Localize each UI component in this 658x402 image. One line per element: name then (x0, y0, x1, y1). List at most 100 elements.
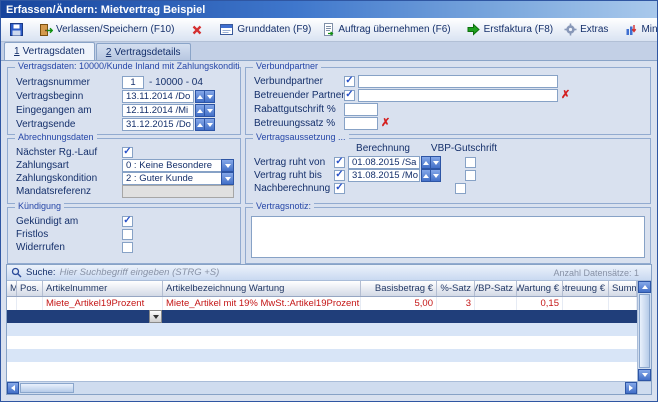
empty-row[interactable] (7, 349, 637, 362)
spin-up-button[interactable] (195, 104, 205, 117)
empty-row[interactable] (7, 323, 637, 336)
column-header-wartung[interactable]: Wartung € (517, 281, 563, 296)
column-header-basisbetrag[interactable]: Basisbetrag € (361, 281, 437, 296)
vertragsende-spinner (195, 118, 215, 131)
empty-row[interactable] (7, 362, 637, 375)
verbundpartner-input[interactable] (358, 75, 558, 88)
tab-vertragsdaten-label: Vertragsdaten (23, 46, 85, 57)
scroll-right-icon (629, 385, 633, 391)
selected-edit-row[interactable] (7, 310, 637, 323)
column-header-vbp-satz[interactable]: VBP-Satz (475, 281, 517, 296)
spin-down-button[interactable] (205, 90, 215, 103)
zahlungskondition-value: 2 : Guter Kunde (122, 172, 222, 185)
scroll-left-button[interactable] (7, 382, 19, 394)
rg-lauf-checkbox[interactable] (122, 147, 133, 158)
column-header-bezeichnung[interactable]: Artikelbezeichnung Wartung (163, 281, 361, 296)
group-vertragsnotiz-title: Vertragsnotiz: (253, 201, 314, 211)
scroll-down-button[interactable] (638, 369, 651, 381)
fristlos-checkbox[interactable] (122, 229, 133, 240)
rg-lauf-label: Nächster Rg.-Lauf (16, 147, 122, 158)
grunddaten-button[interactable]: Grunddaten (F9) (215, 19, 316, 40)
ruht-bis-vbp-checkbox[interactable] (465, 170, 476, 181)
verlassen-speichern-button[interactable]: Verlassen/Speichern (F10) (34, 19, 179, 40)
vertragsbeginn-label: Vertragsbeginn (16, 91, 122, 102)
clear-red-x-icon (381, 118, 390, 129)
vertragsnummer-input[interactable]: 1 (122, 76, 144, 89)
horizontal-scrollbar-thumb[interactable] (20, 383, 74, 393)
cell-betreuung (563, 310, 609, 323)
delete-button[interactable] (185, 19, 209, 40)
dropdown-button[interactable] (221, 172, 234, 185)
betreuender-partner-checkbox[interactable] (344, 90, 355, 101)
betreuungssatz-input[interactable] (344, 117, 378, 130)
group-abrechnungsdaten-title: Abrechnungsdaten (15, 132, 97, 142)
gekuendigt-checkbox[interactable] (122, 216, 133, 227)
scroll-right-button[interactable] (625, 382, 637, 394)
extras-button[interactable]: Extras (558, 19, 613, 40)
grid-columns-area: M Pos. Artikelnummer Artikelbezeichnung … (7, 281, 637, 381)
empty-row[interactable] (7, 336, 637, 349)
column-header-prozent-satz[interactable]: %-Satz (437, 281, 475, 296)
tab-vertragsdetails[interactable]: 2Vertragsdetails (96, 43, 191, 60)
spin-up-button[interactable] (421, 156, 431, 169)
ruht-von-berechnung-checkbox[interactable] (334, 157, 345, 168)
cell-vbp-satz (475, 297, 517, 310)
tab-vertragsdaten[interactable]: 1Vertragsdaten (4, 42, 95, 60)
spin-down-icon (207, 123, 213, 127)
vertragsnotiz-textarea[interactable] (251, 216, 645, 258)
spin-up-button[interactable] (421, 169, 431, 182)
erstfaktura-button[interactable]: Erstfaktura (F8) (462, 19, 558, 40)
column-header-betreuung[interactable]: Betreuung € (563, 281, 609, 296)
verbundpartner-checkbox[interactable] (344, 76, 355, 87)
spin-down-button[interactable] (205, 118, 215, 131)
column-header-artikelnummer[interactable]: Artikelnummer (43, 281, 163, 296)
zahlungsart-combobox[interactable]: 0 : Keine Besondere (122, 159, 234, 172)
artikelnummer-dropdown-button[interactable] (149, 310, 162, 323)
betreuungssatz-label: Betreuungssatz % (254, 118, 344, 129)
ruht-von-input[interactable]: 01.08.2015 /Sa (348, 156, 420, 169)
horizontal-scrollbar[interactable] (7, 382, 637, 394)
cell-pos (17, 310, 43, 323)
nachberechnung-berechnung-checkbox[interactable] (334, 183, 345, 194)
betreuender-partner-input[interactable] (358, 89, 558, 102)
berechnung-column-header: Berechnung (342, 143, 424, 154)
ruht-bis-berechnung-checkbox[interactable] (334, 170, 345, 181)
auftrag-uebernehmen-button[interactable]: Auftrag übernehmen (F6) (316, 19, 455, 40)
cell-pos (17, 297, 43, 310)
group-vertragsaussetzung-title: Vertragsaussetzung ... (253, 132, 349, 142)
group-kuendigung-title: Kündigung (15, 201, 64, 211)
vertical-scrollbar[interactable] (637, 281, 651, 381)
dropdown-button[interactable] (221, 159, 234, 172)
ruht-von-vbp-checkbox[interactable] (465, 157, 476, 168)
column-header-summe[interactable]: Summe W (609, 281, 637, 296)
spin-down-icon (207, 109, 213, 113)
extras-label: Extras (580, 24, 608, 35)
zahlungskondition-combobox[interactable]: 2 : Guter Kunde (122, 172, 234, 185)
widerrufen-checkbox[interactable] (122, 242, 133, 253)
ruht-bis-input[interactable]: 31.08.2015 /Mo (348, 169, 420, 182)
scroll-up-button[interactable] (638, 281, 651, 293)
grid-search-bar[interactable]: Suche: Hier Suchbegriff eingeben (STRG +… (7, 265, 651, 281)
nachberechnung-vbp-checkbox[interactable] (455, 183, 466, 194)
minderung-button[interactable]: Minderung (619, 19, 658, 40)
dropdown-arrow-icon (225, 164, 231, 168)
spin-up-icon (423, 161, 429, 165)
column-header-m[interactable]: M (7, 281, 17, 296)
search-label: Suche: (26, 267, 56, 278)
save-button[interactable] (4, 19, 28, 40)
vertragsende-input[interactable]: 31.12.2015 /Do (122, 118, 194, 131)
vertragsbeginn-input[interactable]: 13.11.2014 /Do (122, 90, 194, 103)
vertical-scrollbar-thumb[interactable] (639, 294, 650, 368)
column-header-pos[interactable]: Pos. (17, 281, 43, 296)
cell-basisbetrag (361, 310, 437, 323)
clear-red-x-icon (561, 90, 570, 101)
spin-up-button[interactable] (195, 118, 205, 131)
rabattgutschrift-input[interactable] (344, 103, 378, 116)
spin-down-button[interactable] (431, 156, 441, 169)
minderung-label: Minderung (641, 24, 658, 35)
table-row[interactable]: Miete_Artikel19Prozent Miete_Artikel mit… (7, 297, 637, 310)
spin-down-button[interactable] (205, 104, 215, 117)
eingegangen-input[interactable]: 12.11.2014 /Mi (122, 104, 194, 117)
spin-down-button[interactable] (431, 169, 441, 182)
spin-up-button[interactable] (195, 90, 205, 103)
